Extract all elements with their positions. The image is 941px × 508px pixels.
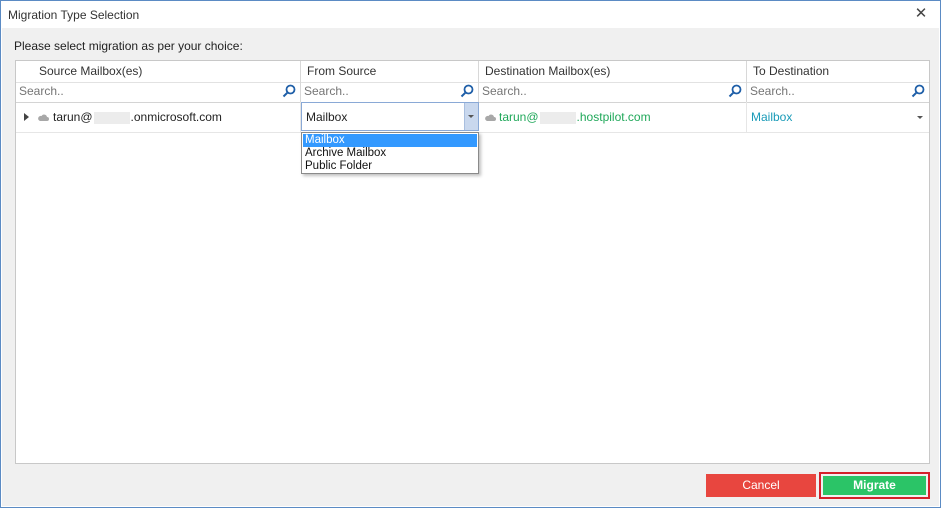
from-source-search-input[interactable] — [304, 84, 446, 98]
title-bar: Migration Type Selection ✕ — [1, 1, 940, 28]
redacted-domain — [539, 111, 576, 124]
source-search-input[interactable] — [19, 84, 247, 98]
instruction-text: Please select migration as per your choi… — [14, 39, 243, 53]
destination-mailbox-cell: tarun@ .hostpilot.com — [479, 102, 747, 132]
search-icon[interactable] — [728, 84, 742, 98]
cloud-icon — [38, 114, 49, 121]
chevron-down-icon[interactable] — [917, 116, 923, 119]
header-destination-mailboxes[interactable]: Destination Mailbox(es) — [479, 61, 747, 82]
dialog-title: Migration Type Selection — [8, 8, 140, 22]
dropdown-button[interactable] — [464, 103, 478, 130]
source-mailbox-user: tarun@ — [53, 110, 93, 124]
source-mailbox-cell: tarun@ .onmicrosoft.com — [16, 102, 301, 132]
source-mailbox-address: tarun@ .onmicrosoft.com — [53, 102, 222, 132]
close-icon[interactable]: ✕ — [912, 5, 930, 23]
migration-type-dialog: Migration Type Selection ✕ Please select… — [0, 0, 941, 508]
to-destination-search-box — [747, 82, 929, 102]
header-source-mailboxes[interactable]: Source Mailbox(es) — [16, 61, 301, 82]
source-search-box — [16, 82, 301, 102]
grid-header-row: Source Mailbox(es) From Source Destinati… — [16, 61, 929, 83]
from-source-selected-value: Mailbox — [306, 110, 348, 124]
from-source-dropdown-list: Mailbox Archive Mailbox Public Folder — [301, 132, 479, 174]
table-row[interactable]: tarun@ .onmicrosoft.com Mailbox tarun@ .ho… — [16, 102, 929, 133]
to-destination-value: Mailbox — [751, 110, 793, 124]
search-row — [16, 82, 929, 103]
from-source-search-box — [301, 82, 479, 102]
search-icon[interactable] — [460, 84, 474, 98]
migrate-button-highlight: Migrate — [819, 472, 930, 499]
to-destination-search-input[interactable] — [750, 84, 896, 98]
search-icon[interactable] — [282, 84, 296, 98]
dropdown-option-mailbox[interactable]: Mailbox — [303, 134, 477, 147]
migrate-button[interactable]: Migrate — [823, 476, 926, 495]
chevron-down-icon — [468, 115, 474, 118]
source-mailbox-domain: .onmicrosoft.com — [130, 110, 222, 124]
expand-arrow-icon[interactable] — [24, 113, 29, 121]
dialog-content: Please select migration as per your choi… — [2, 28, 939, 506]
header-to-destination[interactable]: To Destination — [747, 61, 929, 82]
from-source-dropdown[interactable]: Mailbox — [301, 102, 479, 131]
destination-mailbox-user: tarun@ — [499, 110, 539, 124]
cancel-button[interactable]: Cancel — [706, 474, 816, 497]
header-from-source[interactable]: From Source — [301, 61, 479, 82]
cloud-icon — [485, 114, 496, 121]
dropdown-option-archive-mailbox[interactable]: Archive Mailbox — [303, 147, 477, 160]
mailbox-grid: Source Mailbox(es) From Source Destinati… — [15, 60, 930, 464]
redacted-domain — [93, 111, 130, 124]
search-icon[interactable] — [911, 84, 925, 98]
destination-search-input[interactable] — [482, 84, 696, 98]
dropdown-option-public-folder[interactable]: Public Folder — [303, 160, 477, 173]
destination-mailbox-domain: .hostpilot.com — [576, 110, 651, 124]
destination-search-box — [479, 82, 747, 102]
to-destination-cell[interactable]: Mailbox — [747, 102, 929, 132]
destination-mailbox-address: tarun@ .hostpilot.com — [499, 102, 651, 132]
